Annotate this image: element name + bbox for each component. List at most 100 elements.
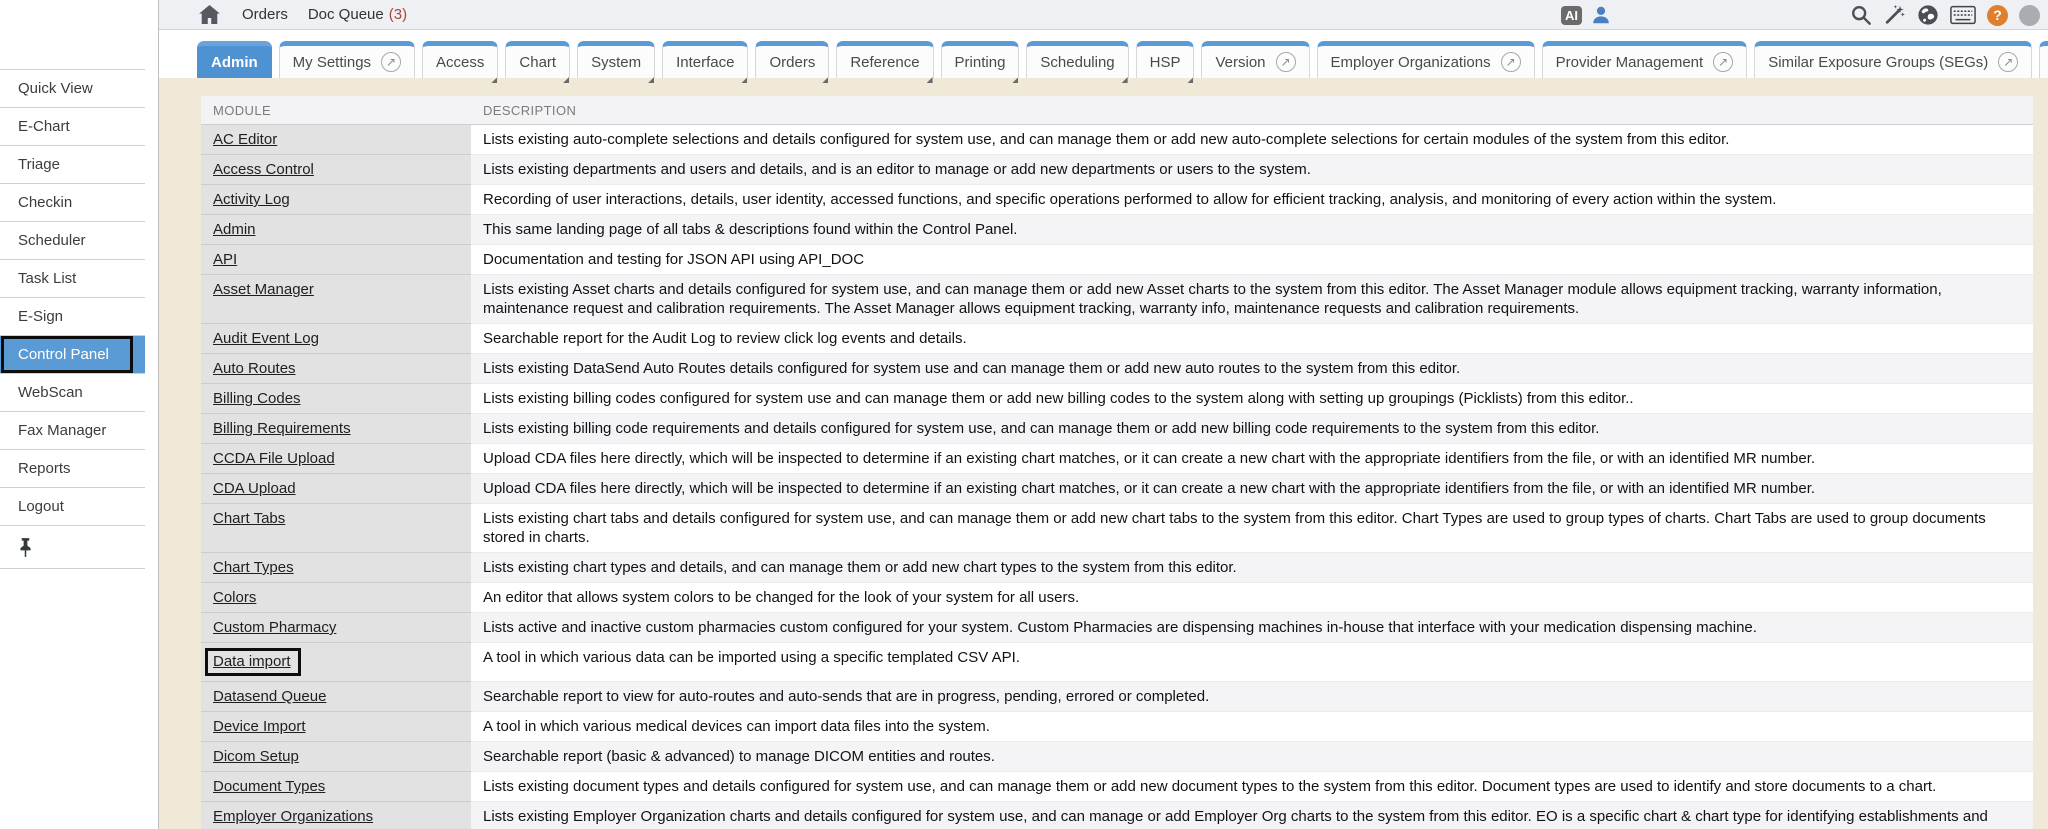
module-link-ac-editor[interactable]: AC Editor	[213, 131, 277, 148]
table-row: CCDA File UploadUpload CDA files here di…	[201, 444, 2033, 474]
module-cell: Access Control	[201, 155, 471, 185]
tab-employer-organizations[interactable]: Employer Organizations↗	[1317, 41, 1535, 78]
module-link-custom-pharmacy[interactable]: Custom Pharmacy	[213, 619, 336, 636]
sidebar-item-logout[interactable]: Logout	[0, 487, 145, 525]
module-cell: Datasend Queue	[201, 682, 471, 712]
module-link-ccda-file-upload[interactable]: CCDA File Upload	[213, 450, 335, 467]
sidebar-item-e-sign[interactable]: E-Sign	[0, 297, 145, 335]
tab-work-locations[interactable]: Work Locations↗	[2039, 41, 2048, 78]
module-link-billing-requirements[interactable]: Billing Requirements	[213, 420, 351, 437]
module-link-chart-tabs[interactable]: Chart Tabs	[213, 510, 285, 527]
sidebar-item-label: Triage	[18, 156, 60, 173]
module-link-access-control[interactable]: Access Control	[213, 161, 314, 178]
tab-version[interactable]: Version↗	[1201, 41, 1309, 78]
sidebar-item-fax-manager[interactable]: Fax Manager	[0, 411, 145, 449]
module-link-activity-log[interactable]: Activity Log	[213, 191, 290, 208]
sidebar-item-label: Quick View	[18, 80, 93, 97]
module-cell: Auto Routes	[201, 354, 471, 384]
module-cell: API	[201, 245, 471, 275]
tab-printing[interactable]: Printing	[941, 41, 1020, 78]
sidebar-item-control-panel[interactable]: Control Panel	[0, 335, 145, 373]
external-link-icon: ↗	[1501, 52, 1521, 72]
sidebar-item-label: WebScan	[18, 384, 83, 401]
description-cell: Lists existing chart types and details, …	[471, 553, 2033, 583]
module-link-data-import[interactable]: Data import	[213, 653, 291, 670]
tab-admin[interactable]: Admin	[197, 41, 272, 78]
breadcrumb-orders[interactable]: Orders	[242, 6, 288, 23]
search-icon[interactable]	[1850, 4, 1872, 26]
table-row: Activity Log Recording of user interactio…	[201, 185, 2033, 215]
tab-my-settings[interactable]: My Settings↗	[279, 41, 415, 78]
keyboard-icon[interactable]	[1950, 5, 1976, 25]
table-body: AC EditorLists existing auto-complete se…	[201, 125, 2033, 829]
top-bar: Orders Doc Queue (3) AI ?	[159, 0, 2048, 30]
table-row: AdminThis same landing page of all tabs …	[201, 215, 2033, 245]
description-cell: An editor that allows system colors to b…	[471, 583, 2033, 613]
tab-label: Scheduling	[1040, 54, 1114, 71]
tab-label: Similar Exposure Groups (SEGs)	[1768, 54, 1988, 71]
tab-system[interactable]: System	[577, 41, 655, 78]
table-header-row: MODULE DESCRIPTION	[201, 96, 2033, 125]
module-link-cda-upload[interactable]: CDA Upload	[213, 480, 296, 497]
module-link-employer-organizations[interactable]: Employer Organizations	[213, 808, 373, 825]
breadcrumb-doc-queue[interactable]: Doc Queue (3)	[308, 6, 407, 23]
sidebar-item-reports[interactable]: Reports	[0, 449, 145, 487]
tab-reference[interactable]: Reference	[836, 41, 933, 78]
sidebar-item-label: Reports	[18, 460, 71, 477]
module-link-billing-codes[interactable]: Billing Codes	[213, 390, 301, 407]
sidebar-item-triage[interactable]: Triage	[0, 145, 145, 183]
table-row: Datasend Queue Searchable report to view …	[201, 682, 2033, 712]
content-area: MODULE DESCRIPTION AC EditorLists existi…	[159, 78, 2048, 829]
tab-access[interactable]: Access	[422, 41, 498, 78]
module-link-colors[interactable]: Colors	[213, 589, 256, 606]
module-cell: Billing Requirements	[201, 414, 471, 444]
topbar-center-icons: AI	[1561, 0, 1612, 30]
module-link-chart-types[interactable]: Chart Types	[213, 559, 294, 576]
module-link-document-types[interactable]: Document Types	[213, 778, 325, 795]
module-cell: Chart Tabs	[201, 504, 471, 553]
description-cell: Lists existing document types and detail…	[471, 772, 2033, 802]
globe-icon[interactable]	[1917, 4, 1939, 26]
sidebar-item-webscan[interactable]: WebScan	[0, 373, 145, 411]
ai-badge[interactable]: AI	[1561, 6, 1582, 25]
home-icon	[199, 5, 220, 24]
user-icon[interactable]	[1590, 4, 1612, 26]
magic-wand-icon[interactable]	[1883, 4, 1906, 26]
sidebar-item-label: Logout	[18, 498, 64, 515]
module-link-api[interactable]: API	[213, 251, 237, 268]
module-link-device-import[interactable]: Device Import	[213, 718, 306, 735]
sidebar-item-task-list[interactable]: Task List	[0, 259, 145, 297]
sidebar-item-e-chart[interactable]: E-Chart	[0, 107, 145, 145]
description-cell: A tool in which various medical devices …	[471, 712, 2033, 742]
tab-scheduling[interactable]: Scheduling	[1026, 41, 1128, 78]
tab-provider-management[interactable]: Provider Management↗	[1542, 41, 1748, 78]
module-link-auto-routes[interactable]: Auto Routes	[213, 360, 296, 377]
tab-orders[interactable]: Orders	[755, 41, 829, 78]
column-header-module: MODULE	[201, 103, 471, 118]
sidebar-item-checkin[interactable]: Checkin	[0, 183, 145, 221]
module-link-datasend-queue[interactable]: Datasend Queue	[213, 688, 326, 705]
tab-chart[interactable]: Chart	[505, 41, 570, 78]
module-link-asset-manager[interactable]: Asset Manager	[213, 281, 314, 298]
description-cell: Searchable report to view for auto-route…	[471, 682, 2033, 712]
sidebar-item-quick-view[interactable]: Quick View	[0, 69, 145, 107]
module-link-admin[interactable]: Admin	[213, 221, 256, 238]
module-link-audit-event-log[interactable]: Audit Event Log	[213, 330, 319, 347]
tab-similar-exposure-groups-segs[interactable]: Similar Exposure Groups (SEGs)↗	[1754, 41, 2032, 78]
tab-label: Chart	[519, 54, 556, 71]
help-icon[interactable]: ?	[1987, 5, 2008, 26]
tab-hsp[interactable]: HSP	[1136, 41, 1195, 78]
sidebar-item-scheduler[interactable]: Scheduler	[0, 221, 145, 259]
home-button[interactable]	[199, 5, 220, 24]
table-row: Data importA tool in which various data …	[201, 643, 2033, 682]
tab-interface[interactable]: Interface	[662, 41, 748, 78]
status-circle-icon[interactable]	[2019, 5, 2040, 26]
sidebar-pin-button[interactable]	[0, 525, 145, 569]
tab-label: Reference	[850, 54, 919, 71]
description-cell: Recording of user interactions, details,…	[471, 185, 2033, 215]
module-link-dicom-setup[interactable]: Dicom Setup	[213, 748, 299, 765]
sidebar-item-label: Control Panel	[18, 346, 109, 363]
tab-label: Admin	[211, 54, 258, 71]
table-row: Asset ManagerLists existing Asset charts…	[201, 275, 2033, 324]
description-cell: Searchable report for the Audit Log to r…	[471, 324, 2033, 354]
